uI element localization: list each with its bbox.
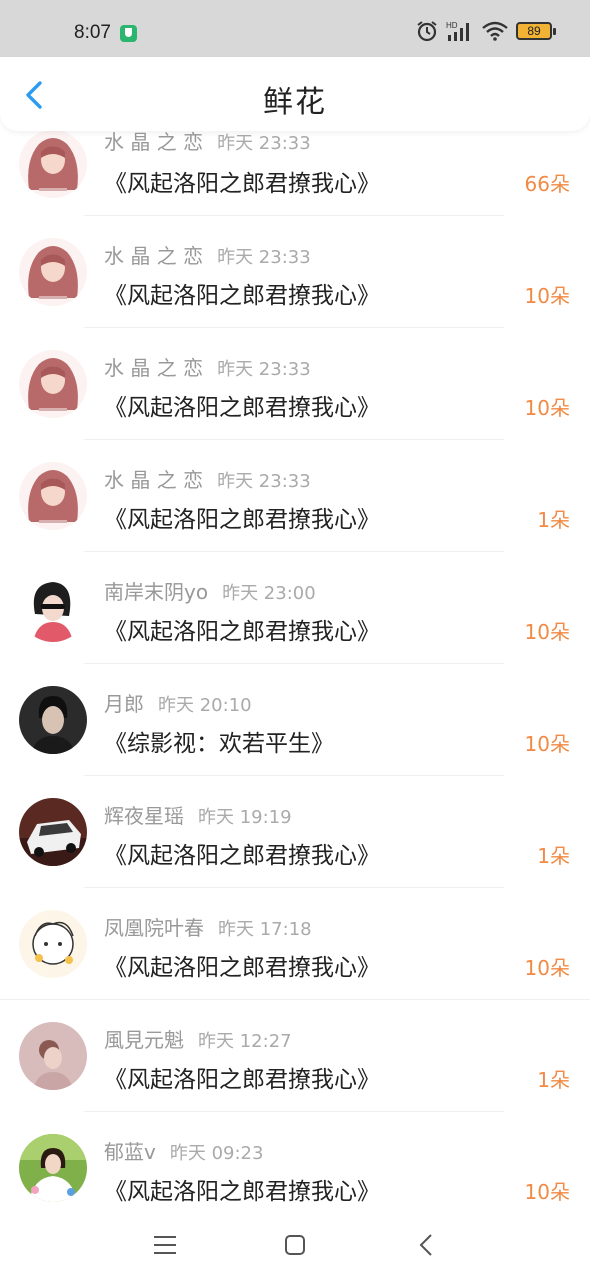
svg-text:HD: HD [446,21,458,30]
flower-count: 66朵 [524,172,570,196]
item-time: 昨天 09:23 [169,1143,264,1164]
status-bar: 8:07 HD 89 [0,0,590,60]
item-header: 月郎 昨天 20:10 [104,688,252,717]
user-name[interactable]: 南岸末阴yo [104,580,208,604]
list-item[interactable]: 水 晶 之 恋昨天 23:33 《风起洛阳之郎君撩我心》 10朵 [0,328,590,440]
flower-count: 1朵 [537,844,570,868]
list-item[interactable]: 南岸末阴yo 昨天 23:00 《风起洛阳之郎君撩我心》 10朵 [0,552,590,664]
item-time: 昨天 23:33 [217,133,311,154]
item-time: 昨天 12:27 [198,1031,292,1052]
wifi-icon [482,21,508,41]
signal-icon: HD [446,21,469,41]
flower-count: 10朵 [524,396,570,420]
book-title[interactable]: 《风起洛阳之郎君撩我心》 [104,612,380,646]
item-header: 凤凰院叶春 昨天 17:18 [104,912,312,941]
user-name[interactable]: 水 晶 之 恋 [104,130,203,154]
home-icon[interactable] [280,1230,310,1260]
item-header: 水 晶 之 恋昨天 23:33 [104,464,311,493]
item-header: 水 晶 之 恋昨天 23:33 [104,352,311,381]
avatar[interactable] [19,462,87,530]
list-item[interactable]: 月郎 昨天 20:10 《综影视：欢若平生》 10朵 [0,664,590,776]
avatar[interactable] [19,798,87,866]
avatar[interactable] [19,350,87,418]
user-name[interactable]: 郁蓝v [104,1140,156,1164]
item-time: 昨天 23:33 [217,471,311,492]
book-title[interactable]: 《风起洛阳之郎君撩我心》 [104,1060,380,1094]
item-header: 水 晶 之 恋昨天 23:33 [104,240,311,269]
page-title: 鲜花 [263,85,327,120]
user-name[interactable]: 水 晶 之 恋 [104,356,203,380]
book-title[interactable]: 《风起洛阳之郎君撩我心》 [104,276,380,310]
item-time: 昨天 19:19 [198,807,292,828]
item-header: 郁蓝v 昨天 09:23 [104,1136,263,1165]
item-time: 昨天 23:00 [222,583,316,604]
item-time: 昨天 20:10 [158,695,252,716]
flower-count: 1朵 [537,1068,570,1092]
item-header: 風見元魁 昨天 12:27 [104,1024,292,1053]
avatar[interactable] [19,686,87,754]
system-nav-bar [0,1210,590,1280]
flower-count: 1朵 [537,508,570,532]
battery-icon: 89 [516,22,556,40]
book-title[interactable]: 《风起洛阳之郎君撩我心》 [104,500,380,534]
menu-icon[interactable] [150,1230,180,1260]
avatar[interactable] [19,130,87,198]
list-item[interactable]: 凤凰院叶春 昨天 17:18 《风起洛阳之郎君撩我心》 10朵 [0,888,590,1000]
flower-list: 水 晶 之 恋昨天 23:33 《风起洛阳之郎君撩我心》 66朵 水 晶 之 恋… [0,106,590,1210]
book-title[interactable]: 《风起洛阳之郎君撩我心》 [104,948,380,982]
flower-count: 10朵 [524,284,570,308]
item-time: 昨天 17:18 [218,919,312,940]
book-title[interactable]: 《风起洛阳之郎君撩我心》 [104,1172,380,1206]
book-title[interactable]: 《综影视：欢若平生》 [104,724,334,758]
item-time: 昨天 23:33 [217,247,311,268]
user-name[interactable]: 水 晶 之 恋 [104,244,203,268]
header: 鲜花 [0,57,590,131]
book-title[interactable]: 《风起洛阳之郎君撩我心》 [104,164,380,198]
avatar[interactable] [19,238,87,306]
status-icons: HD 89 [416,20,556,42]
list-item[interactable]: 辉夜星瑶 昨天 19:19 《风起洛阳之郎君撩我心》 1朵 [0,776,590,888]
list-item[interactable]: 水 晶 之 恋昨天 23:33 《风起洛阳之郎君撩我心》 1朵 [0,440,590,552]
avatar[interactable] [19,1134,87,1202]
avatar[interactable] [19,1022,87,1090]
user-name[interactable]: 凤凰院叶春 [104,916,204,940]
vpn-shield-icon [120,25,137,42]
list-item[interactable]: 風見元魁 昨天 12:27 《风起洛阳之郎君撩我心》 1朵 [0,1000,590,1112]
book-title[interactable]: 《风起洛阳之郎君撩我心》 [104,388,380,422]
user-name[interactable]: 風見元魁 [104,1028,184,1052]
list-item[interactable]: 郁蓝v 昨天 09:23 《风起洛阳之郎君撩我心》 10朵 [0,1112,590,1210]
flower-count: 10朵 [524,732,570,756]
user-name[interactable]: 月郎 [104,692,144,716]
alarm-icon [417,21,437,42]
book-title[interactable]: 《风起洛阳之郎君撩我心》 [104,836,380,870]
avatar[interactable] [19,574,87,642]
status-time: 8:07 [74,22,111,43]
item-header: 南岸末阴yo 昨天 23:00 [104,576,316,605]
user-name[interactable]: 辉夜星瑶 [104,804,184,828]
item-header: 辉夜星瑶 昨天 19:19 [104,800,292,829]
list-item[interactable]: 水 晶 之 恋昨天 23:33 《风起洛阳之郎君撩我心》 10朵 [0,216,590,328]
flower-count: 10朵 [524,620,570,644]
battery-level: 89 [527,24,541,38]
item-time: 昨天 23:33 [217,359,311,380]
flower-count: 10朵 [524,956,570,980]
user-name[interactable]: 水 晶 之 恋 [104,468,203,492]
back-icon[interactable] [412,1230,442,1260]
avatar[interactable] [19,910,87,978]
flower-count: 10朵 [524,1180,570,1204]
